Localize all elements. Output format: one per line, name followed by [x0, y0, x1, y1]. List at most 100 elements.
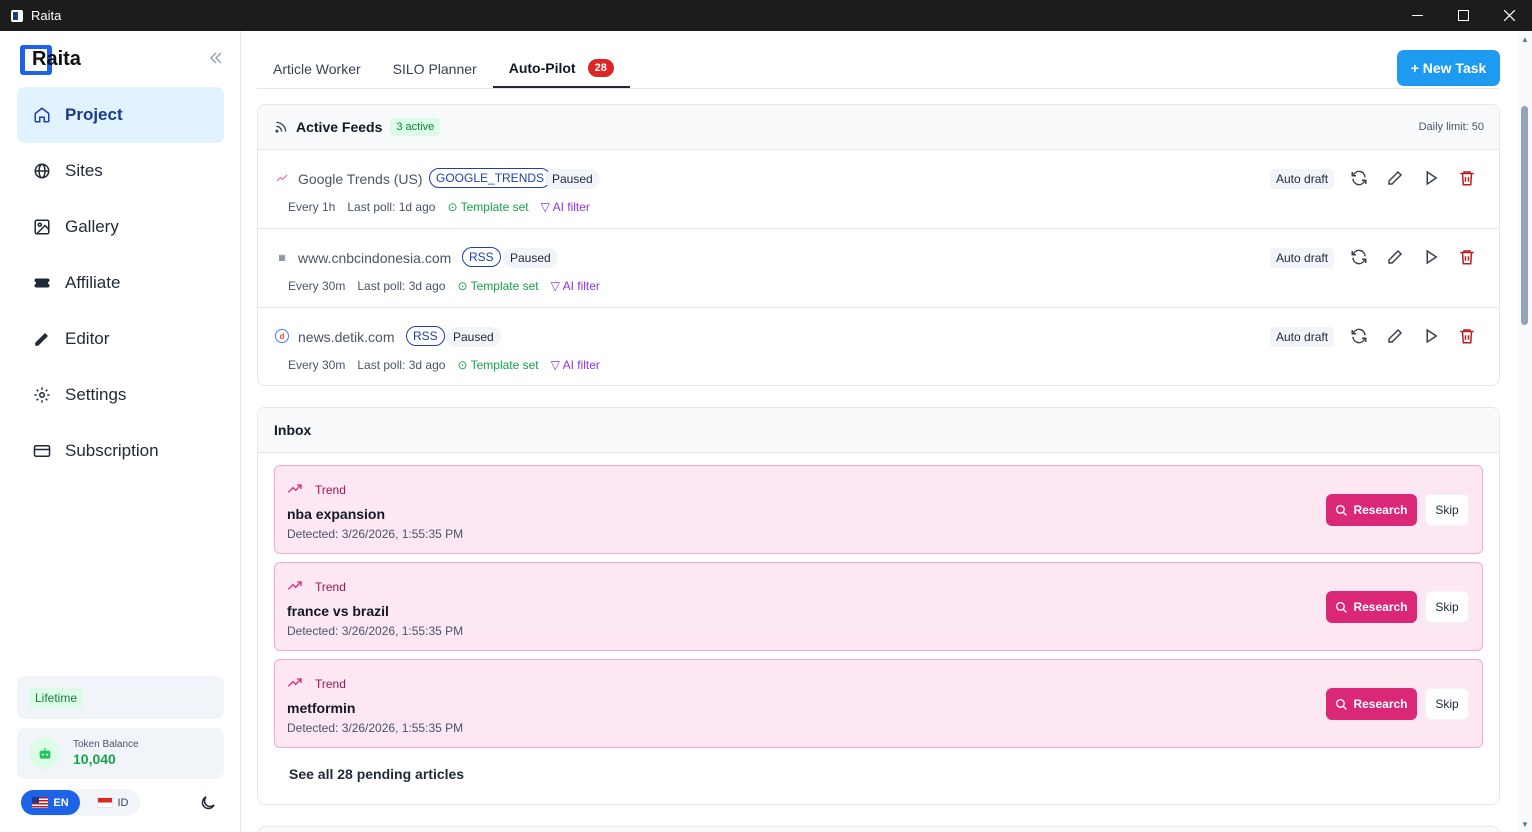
detected-timestamp: Detected: 3/26/2026, 1:55:35 PM	[287, 721, 464, 735]
edit-feed-button[interactable]	[1386, 248, 1404, 266]
sidebar-item-subscription[interactable]: Subscription	[17, 423, 224, 479]
tab-silo-planner[interactable]: SILO Planner	[377, 49, 493, 88]
ai-filter-indicator: ▽ AI filter	[550, 358, 600, 372]
feed-row: ▦ www.cnbcindonesia.com RSS Paused Every…	[258, 229, 1499, 308]
inbox-card: Trend metformin Detected: 3/26/2026, 1:5…	[274, 659, 1483, 748]
edit-feed-button[interactable]	[1386, 327, 1404, 345]
active-feeds-header: Active Feeds 3 active Daily limit: 50	[258, 105, 1499, 150]
run-feed-button[interactable]	[1422, 248, 1440, 266]
sidebar-item-label: Affiliate	[65, 273, 121, 292]
tab-auto-pilot[interactable]: Auto-Pilot 28	[492, 49, 630, 88]
see-all-pending-link[interactable]: See all 28 pending articles	[289, 766, 464, 782]
language-en-label: EN	[53, 796, 69, 809]
sidebar-item-project[interactable]: Project	[17, 87, 224, 143]
trending-up-icon	[287, 581, 302, 590]
sidebar-item-label: Settings	[65, 385, 127, 404]
feed-status-badge: Paused	[545, 169, 600, 189]
active-feeds-panel: Active Feeds 3 active Daily limit: 50 Go…	[257, 104, 1500, 386]
pencil-icon	[33, 330, 51, 348]
refresh-feed-button[interactable]	[1350, 169, 1368, 187]
minimize-button[interactable]	[1394, 0, 1440, 31]
sidebar-item-sites[interactable]: Sites	[17, 143, 224, 199]
collapse-sidebar-button[interactable]	[205, 49, 227, 71]
scroll-down-icon[interactable]: ▼	[1521, 820, 1529, 829]
window-title: Raita	[31, 8, 62, 23]
sidebar-item-gallery[interactable]: Gallery	[17, 199, 224, 255]
feed-type-badge: GOOGLE_TRENDS	[429, 168, 552, 188]
robot-icon	[29, 738, 60, 769]
feed-row: d news.detik.com RSS Paused Every 30m La…	[258, 308, 1499, 385]
auto-draft-badge: Auto draft	[1270, 327, 1335, 347]
scrollbar-thumb[interactable]	[1521, 106, 1528, 325]
template-set-label: Template set	[460, 200, 529, 214]
next-panel-edge	[257, 826, 1500, 832]
language-en-button[interactable]: EN	[21, 790, 80, 815]
run-feed-button[interactable]	[1422, 169, 1440, 187]
research-label: Research	[1353, 697, 1408, 711]
template-set-indicator: ⊙ Template set	[457, 358, 539, 372]
refresh-feed-button[interactable]	[1350, 327, 1368, 345]
feed-last-poll: Last poll: 3d ago	[357, 358, 446, 372]
delete-feed-button[interactable]	[1458, 169, 1476, 187]
theme-toggle-button[interactable]	[199, 794, 217, 812]
id-flag-icon	[96, 797, 113, 808]
trending-up-icon	[287, 484, 302, 493]
active-feeds-title: Active Feeds	[296, 119, 383, 135]
brand-name: Raita	[32, 48, 81, 70]
tab-bar: Article Worker SILO Planner Auto-Pilot 2…	[257, 49, 630, 88]
rss-icon	[275, 121, 287, 133]
skip-button[interactable]: Skip	[1425, 494, 1469, 526]
language-id-button[interactable]: ID	[90, 790, 135, 815]
skip-button[interactable]: Skip	[1425, 688, 1469, 720]
tab-label: Article Worker	[273, 60, 361, 77]
skip-button[interactable]: Skip	[1425, 591, 1469, 623]
research-button[interactable]: Research	[1326, 591, 1417, 623]
minimize-icon	[1411, 15, 1423, 16]
edit-icon	[1388, 170, 1403, 185]
template-set-indicator: ⊙ Template set	[447, 200, 529, 214]
research-button[interactable]: Research	[1326, 494, 1417, 526]
research-label: Research	[1353, 600, 1408, 614]
brand-logo[interactable]: Raita	[20, 45, 81, 75]
feed-meta: Every 1h Last poll: 1d ago ⊙ Template se…	[288, 200, 590, 214]
search-icon	[1336, 601, 1348, 613]
delete-feed-button[interactable]	[1458, 327, 1476, 345]
sidebar-item-label: Gallery	[65, 217, 119, 236]
delete-feed-button[interactable]	[1458, 248, 1476, 266]
sidebar-item-affiliate[interactable]: Affiliate	[17, 255, 224, 311]
trend-title: france vs brazil	[287, 603, 389, 619]
trend-label: Trend	[315, 483, 346, 497]
detik-favicon-icon: d	[275, 329, 289, 343]
new-task-button[interactable]: + New Task	[1397, 50, 1500, 86]
feed-status-badge: Paused	[446, 327, 501, 347]
refresh-icon	[1351, 328, 1367, 344]
edit-feed-button[interactable]	[1386, 169, 1404, 187]
research-button[interactable]: Research	[1326, 688, 1417, 720]
run-feed-button[interactable]	[1422, 327, 1440, 345]
feed-name: www.cnbcindonesia.com	[298, 250, 452, 266]
sidebar-nav: Project Sites Gallery Affiliate Editor S…	[17, 87, 224, 479]
maximize-button[interactable]	[1440, 0, 1486, 31]
trash-icon	[1460, 171, 1474, 186]
search-icon	[1336, 698, 1348, 710]
close-button[interactable]	[1486, 0, 1532, 31]
plan-card: Lifetime	[17, 676, 224, 719]
close-icon	[1503, 10, 1515, 21]
sidebar-item-label: Editor	[65, 329, 110, 348]
language-id-label: ID	[117, 796, 129, 809]
sidebar: Raita Project Sites Gallery Affiliate Ed…	[0, 31, 241, 832]
sidebar-item-settings[interactable]: Settings	[17, 367, 224, 423]
ticket-icon	[33, 274, 51, 292]
search-icon	[1336, 504, 1348, 516]
feed-meta: Every 30m Last poll: 3d ago ⊙ Template s…	[288, 279, 600, 293]
inbox-card: Trend nba expansion Detected: 3/26/2026,…	[274, 465, 1483, 554]
tab-article-worker[interactable]: Article Worker	[257, 49, 377, 88]
feed-name: news.detik.com	[298, 329, 395, 345]
feed-interval: Every 30m	[288, 358, 346, 372]
main-scrollbar[interactable]: ▲ ▼	[1518, 31, 1532, 832]
scroll-up-icon[interactable]: ▲	[1521, 35, 1529, 44]
edit-icon	[1388, 328, 1403, 343]
chevrons-left-icon	[209, 52, 222, 64]
sidebar-item-editor[interactable]: Editor	[17, 311, 224, 367]
refresh-feed-button[interactable]	[1350, 248, 1368, 266]
